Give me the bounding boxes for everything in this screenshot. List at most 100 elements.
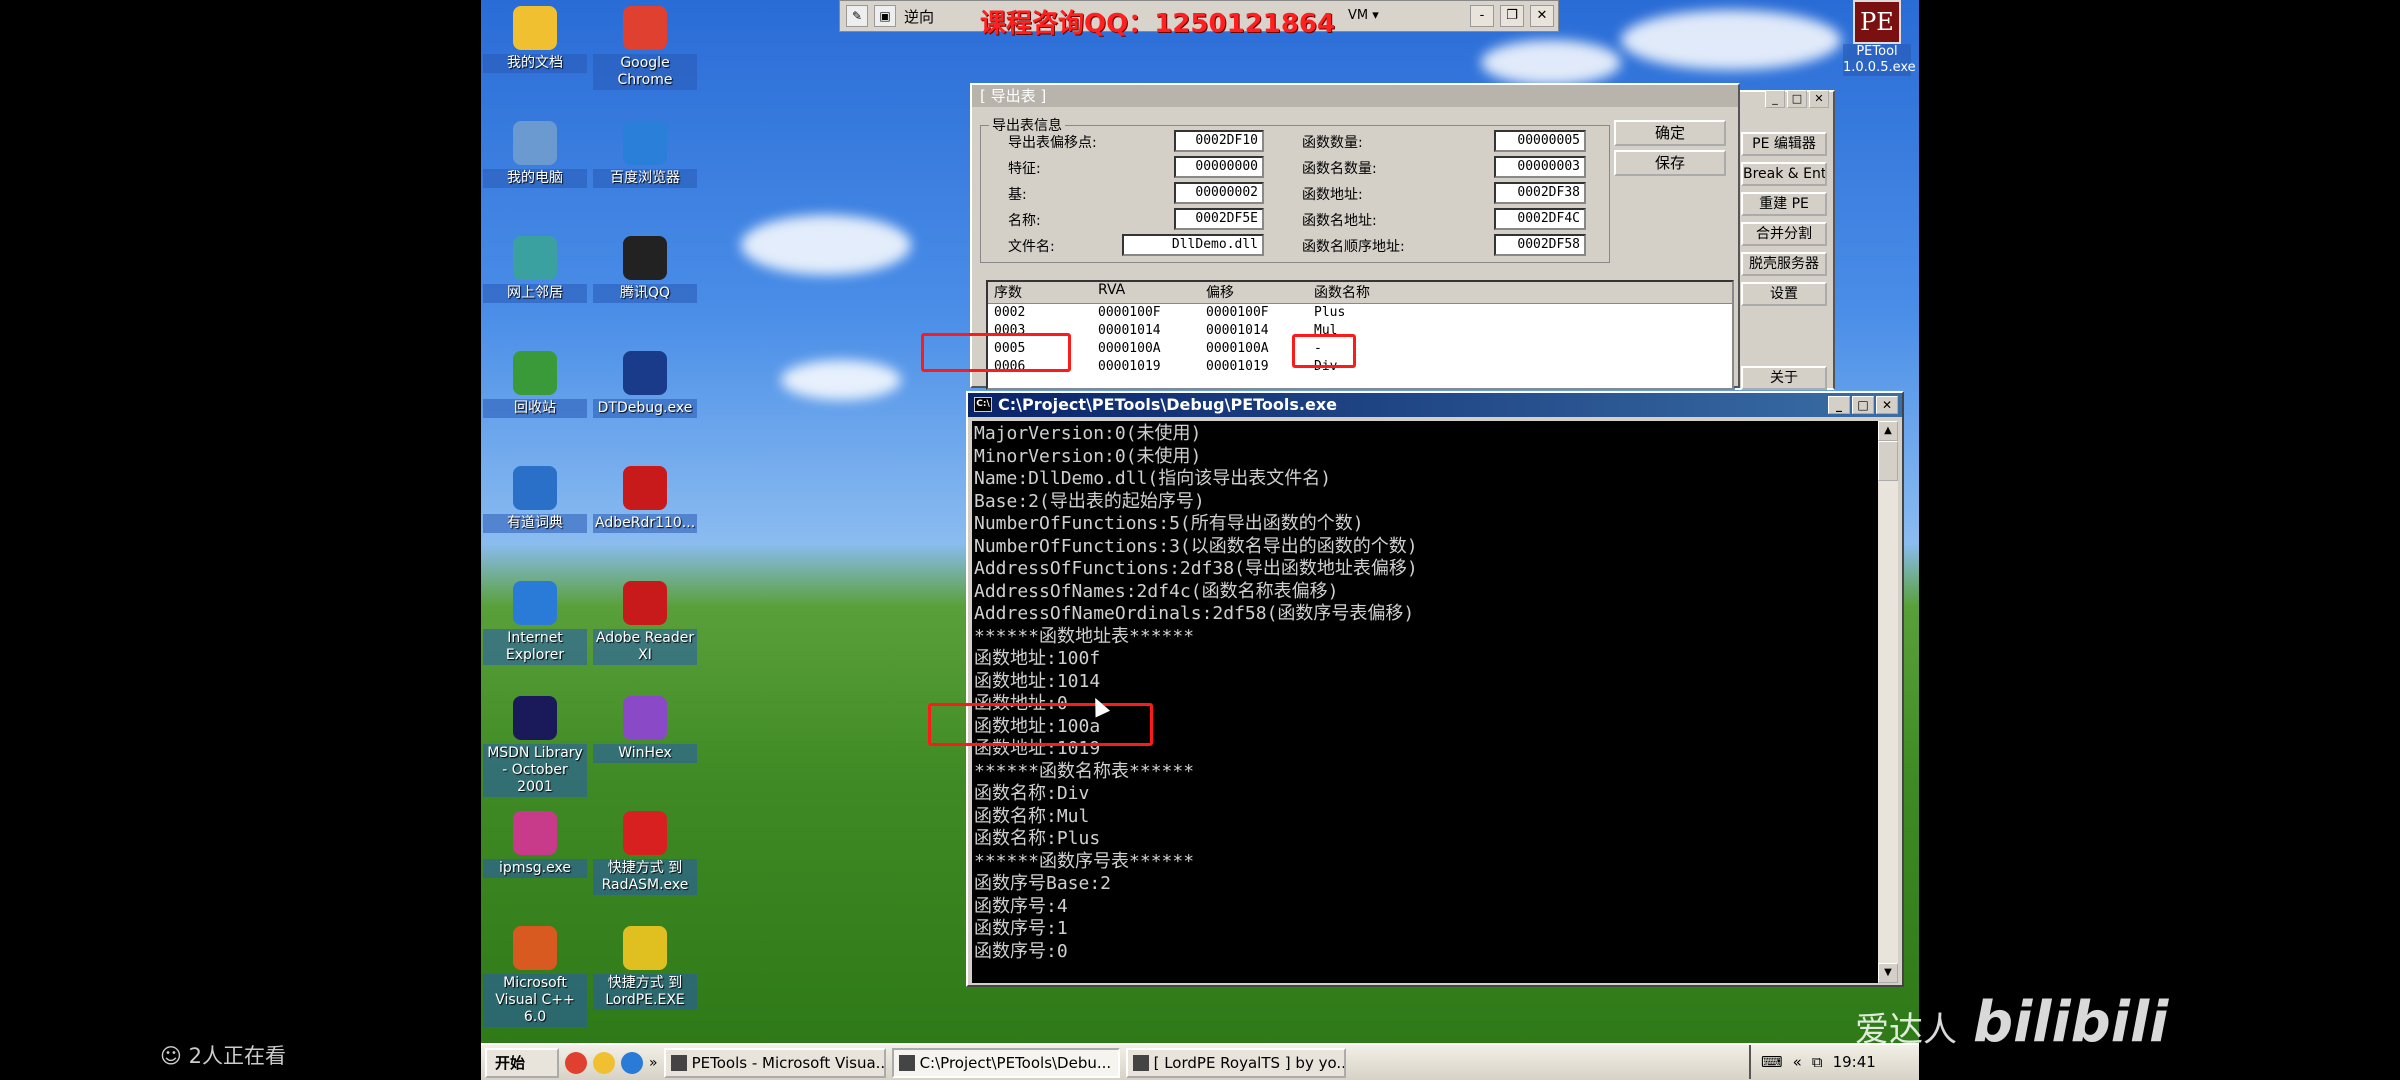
- desktop-icon-label: 有道词典: [483, 514, 587, 533]
- desktop-icon[interactable]: ipmsg.exe: [483, 811, 587, 878]
- desktop-icon-label: 百度浏览器: [593, 169, 697, 188]
- desktop-icon[interactable]: WinHex: [593, 696, 697, 763]
- about-button[interactable]: 关于: [1741, 366, 1827, 390]
- settings-button[interactable]: 设置: [1741, 282, 1827, 306]
- console-line: 函数序号:4: [974, 895, 1068, 917]
- minimize-button[interactable]: -: [1470, 5, 1494, 27]
- field-label: 名称:: [1008, 213, 1041, 229]
- desktop-icon-label: MSDN Library - October 2001: [483, 744, 587, 797]
- desktop-icon-label: 我的电脑: [483, 169, 587, 188]
- lordpe-maximize-button[interactable]: □: [1787, 90, 1807, 108]
- field-value[interactable]: 0002DF5E: [1174, 208, 1264, 230]
- table-cell: 0002: [994, 305, 1026, 320]
- field-value[interactable]: 00000005: [1494, 130, 1586, 152]
- field-value[interactable]: DllDemo.dll: [1122, 234, 1264, 256]
- col-offset[interactable]: 偏移: [1200, 282, 1308, 303]
- tool-icon[interactable]: ✎: [846, 5, 868, 27]
- clock[interactable]: 19:41: [1833, 1053, 1876, 1071]
- desktop-icon[interactable]: Google Chrome: [593, 6, 697, 90]
- petool-label: PETool 1.0.0.5.exe: [1843, 44, 1916, 76]
- desktop-icon[interactable]: 百度浏览器: [593, 121, 697, 188]
- field-value[interactable]: 00000002: [1174, 182, 1264, 204]
- desktop-icon[interactable]: 我的文档: [483, 6, 587, 73]
- console-window: C:\ C:\Project\PETools\Debug\PETools.exe…: [966, 391, 1904, 987]
- tray-expand[interactable]: «: [1793, 1053, 1802, 1071]
- dumper-server-button[interactable]: 脱壳服务器: [1741, 252, 1827, 276]
- desktop-icon[interactable]: DTDebug.exe: [593, 351, 697, 418]
- desktop-icon[interactable]: 快捷方式 到 LordPE.EXE: [593, 926, 697, 1010]
- field-value[interactable]: 00000003: [1494, 156, 1586, 178]
- desktop-icon[interactable]: 网上邻居: [483, 236, 587, 303]
- console-minimize-button[interactable]: _: [1828, 396, 1850, 414]
- console-maximize-button[interactable]: □: [1852, 396, 1874, 414]
- highlight-address-box: [928, 703, 1153, 746]
- console-title-text: C:\Project\PETools\Debug\PETools.exe: [998, 395, 1337, 414]
- desktop-icon[interactable]: 腾讯QQ: [593, 236, 697, 303]
- task-app-icon: [670, 1054, 687, 1071]
- console-scrollbar[interactable]: ▲ ▼: [1878, 421, 1898, 983]
- adobe-reader-icon: [623, 581, 667, 625]
- table-row[interactable]: 0006 00001019 00001019 Div: [988, 358, 1732, 376]
- desktop-icon-label: 网上邻居: [483, 284, 587, 303]
- restore-button[interactable]: ❐: [1500, 5, 1524, 27]
- start-button[interactable]: 开始: [485, 1047, 559, 1078]
- rebuild-pe-button[interactable]: 重建 PE: [1741, 192, 1827, 216]
- field-value[interactable]: 0002DF58: [1494, 234, 1586, 256]
- tool2-icon[interactable]: ▣: [874, 5, 896, 27]
- col-func-name[interactable]: 函数名称: [1308, 282, 1508, 303]
- table-cell: 0000100A: [1098, 341, 1161, 356]
- lordpe-minimize-button[interactable]: _: [1765, 90, 1785, 108]
- ie-quicklaunch-icon[interactable]: [621, 1051, 643, 1074]
- taskbar-task[interactable]: PETools - Microsoft Visua...: [663, 1047, 886, 1078]
- viewer-count-text: 2人正在看: [188, 1044, 286, 1068]
- split-merge-button[interactable]: 合并分割: [1741, 222, 1827, 246]
- desktop-icon[interactable]: 有道词典: [483, 466, 587, 533]
- desktop-icon-label: Internet Explorer: [483, 629, 587, 665]
- console-line: 函数序号:0: [974, 940, 1068, 962]
- desktop-icon[interactable]: 我的电脑: [483, 121, 587, 188]
- table-row[interactable]: 0002 0000100F 0000100F Plus: [988, 304, 1732, 322]
- browser-quicklaunch-icon[interactable]: [593, 1051, 615, 1074]
- youdao-icon: [513, 466, 557, 510]
- field-value[interactable]: 00000000: [1174, 156, 1264, 178]
- more-quicklaunch-icon[interactable]: »: [649, 1055, 658, 1071]
- break-enter-button[interactable]: Break & Enter: [1741, 162, 1827, 186]
- desktop-icon-label: ipmsg.exe: [483, 859, 587, 878]
- vm-menu[interactable]: VM ▾: [1348, 8, 1379, 23]
- petool-desktop-icon[interactable]: PE PETool 1.0.0.5.exe: [1843, 0, 1916, 76]
- desktop-icon[interactable]: Internet Explorer: [483, 581, 587, 665]
- field-value[interactable]: 0002DF38: [1494, 182, 1586, 204]
- viewer-count: ☺ 2人正在看: [160, 1040, 286, 1070]
- desktop-icon[interactable]: MSDN Library - October 2001: [483, 696, 587, 797]
- network-tray-icon[interactable]: ⧉: [1812, 1053, 1823, 1071]
- desktop-icon-label: 快捷方式 到 RadASM.exe: [593, 859, 697, 895]
- console-line: AddressOfFunctions:2df38(导出函数地址表偏移): [974, 558, 1418, 579]
- taskbar-task[interactable]: [ LordPE RoyalTS ] by yo...: [1125, 1047, 1346, 1078]
- chrome-quicklaunch-icon[interactable]: [565, 1051, 587, 1074]
- desktop-icon[interactable]: 回收站: [483, 351, 587, 418]
- scroll-down-icon[interactable]: ▼: [1878, 963, 1898, 983]
- table-row[interactable]: 0005 0000100A 0000100A -: [988, 340, 1732, 358]
- scroll-up-icon[interactable]: ▲: [1878, 421, 1898, 441]
- desktop-icon[interactable]: 快捷方式 到 RadASM.exe: [593, 811, 697, 895]
- desktop-icon-label: Google Chrome: [593, 54, 697, 90]
- desktop-icon[interactable]: Adobe Reader XI: [593, 581, 697, 665]
- lordpe-close-button[interactable]: ✕: [1809, 90, 1829, 108]
- close-button[interactable]: ✕: [1530, 5, 1554, 27]
- vc6-icon: [513, 926, 557, 970]
- scroll-thumb[interactable]: [1878, 441, 1898, 481]
- desktop-icon[interactable]: AdbeRdr110...: [593, 466, 697, 533]
- taskbar-task[interactable]: C:\Project\PETools\Debu...: [891, 1047, 1120, 1078]
- field-value[interactable]: 0002DF4C: [1494, 208, 1586, 230]
- console-close-button[interactable]: ✕: [1876, 396, 1898, 414]
- col-ordinal[interactable]: 序数: [988, 282, 1092, 303]
- ok-button[interactable]: 确定: [1614, 120, 1726, 146]
- table-row[interactable]: 0003 00001014 00001014 Mul: [988, 322, 1732, 340]
- pe-editor-button[interactable]: PE 编辑器: [1741, 132, 1827, 156]
- save-button[interactable]: 保存: [1614, 150, 1726, 176]
- input-method-icon[interactable]: ⌨: [1761, 1053, 1783, 1071]
- msdn-icon: [513, 696, 557, 740]
- col-rva[interactable]: RVA: [1092, 282, 1200, 303]
- field-value[interactable]: 0002DF10: [1174, 130, 1264, 152]
- desktop-icon[interactable]: Microsoft Visual C++ 6.0: [483, 926, 587, 1027]
